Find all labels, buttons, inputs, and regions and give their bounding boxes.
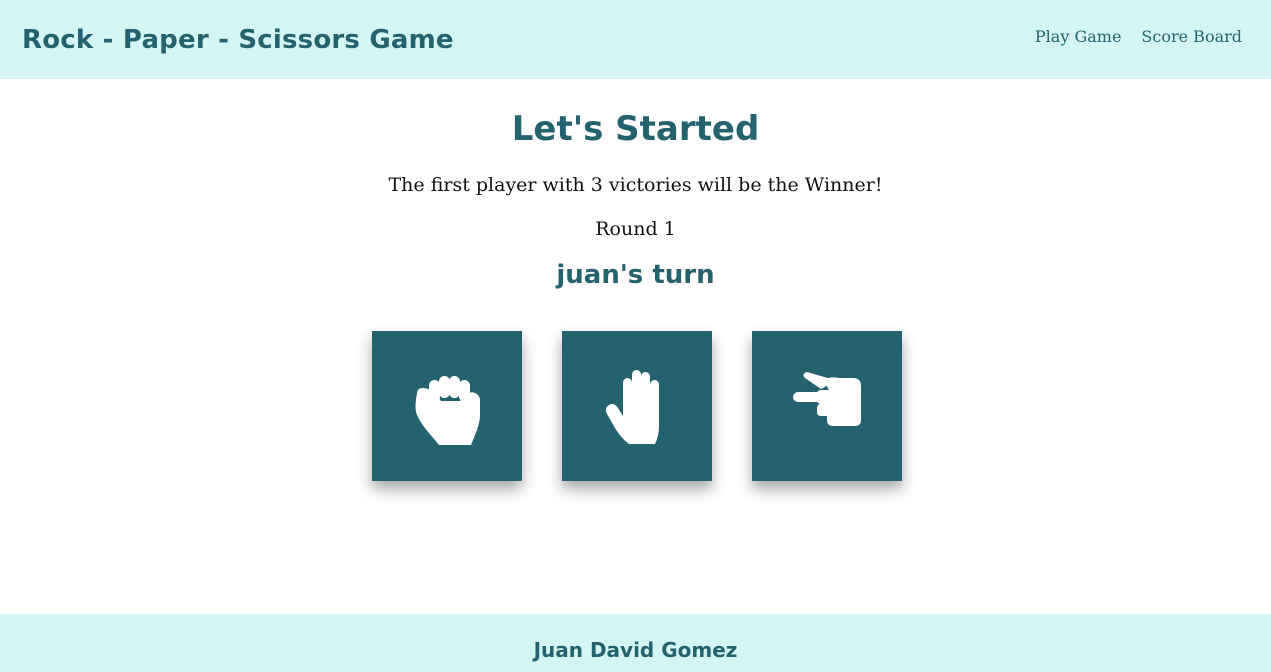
site-footer: Juan David Gomez [0, 614, 1271, 672]
turn-indicator: juan's turn [556, 260, 715, 290]
paper-button[interactable] [562, 331, 712, 481]
footer-author: Juan David Gomez [533, 638, 738, 662]
page-title: Let's Started [511, 109, 760, 149]
main-nav: Play Game Score Board [1035, 27, 1242, 46]
nav-play-game[interactable]: Play Game [1035, 27, 1122, 46]
nav-score-board[interactable]: Score Board [1141, 27, 1242, 46]
site-title: Rock - Paper - Scissors Game [22, 24, 454, 55]
game-area: Let's Started The first player with 3 vi… [0, 79, 1271, 614]
scissors-button[interactable] [752, 331, 902, 481]
site-header: Rock - Paper - Scissors Game Play Game S… [0, 0, 1271, 79]
scissors-hand-icon [793, 372, 861, 426]
fist-icon [415, 376, 480, 445]
rock-button[interactable] [372, 331, 522, 481]
game-rule-text: The first player with 3 victories will b… [388, 174, 883, 196]
open-hand-icon [605, 370, 659, 444]
round-indicator: Round 1 [595, 218, 676, 240]
